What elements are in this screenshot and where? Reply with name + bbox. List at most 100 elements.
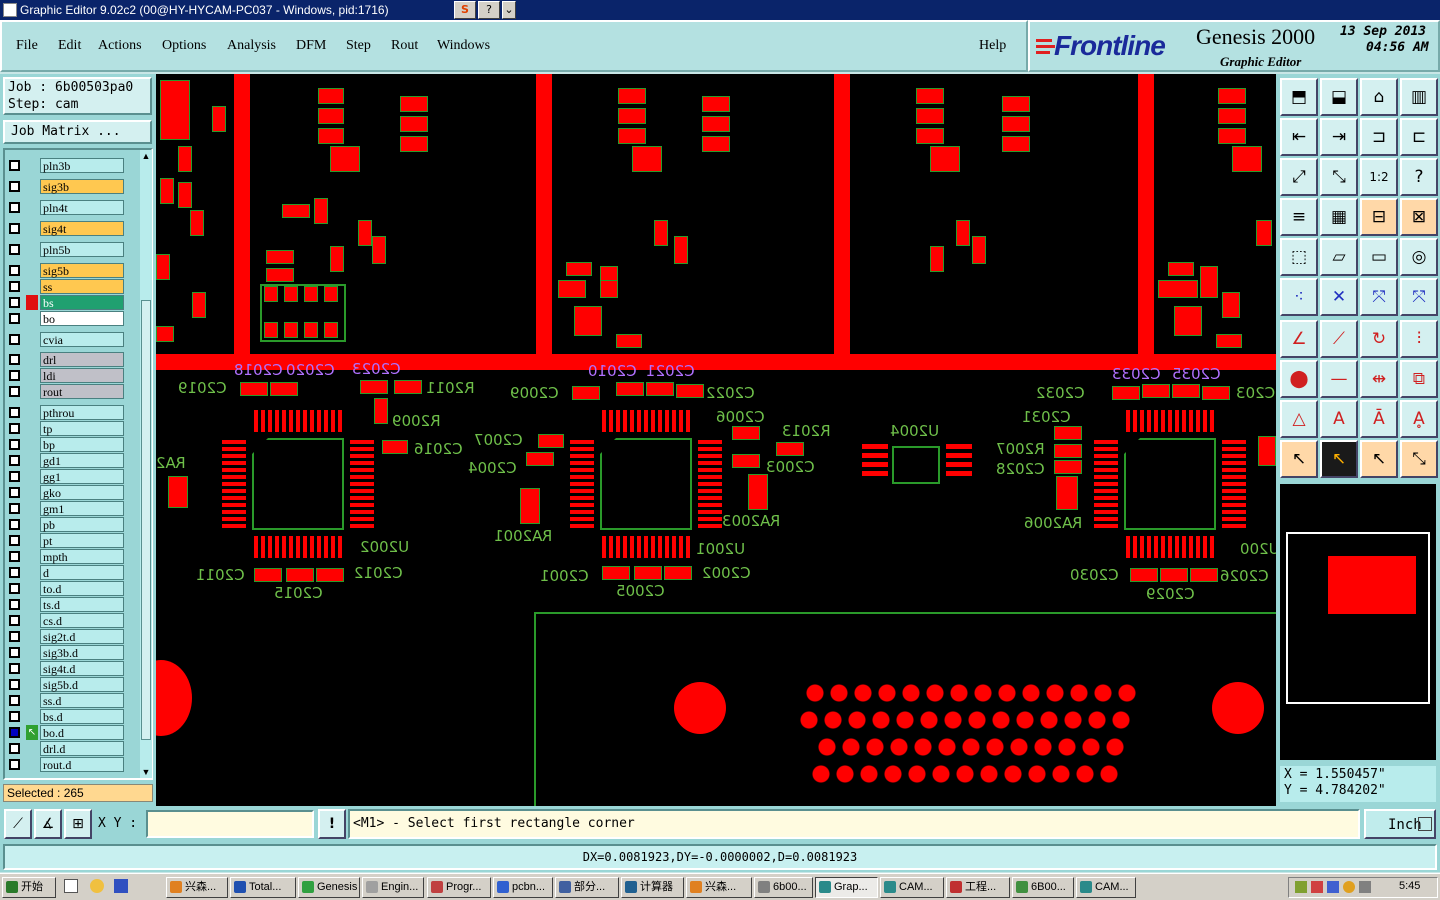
start-button[interactable]: 开始 — [2, 877, 56, 898]
layer-checkbox[interactable] — [9, 567, 20, 578]
layer-checkbox[interactable] — [9, 727, 20, 738]
scroll-up-icon[interactable]: ▲ — [140, 150, 152, 162]
taskbar-item[interactable]: 6b00... — [754, 877, 813, 898]
layer-row-sig3b[interactable]: sig3b — [6, 179, 124, 194]
zoom-area-icon[interactable]: ⊐ — [1360, 118, 1398, 156]
ruler-icon[interactable]: ▭ — [1360, 238, 1398, 276]
layer-checkbox[interactable] — [9, 265, 20, 276]
layer-row-ss-d[interactable]: ss.d — [6, 693, 124, 708]
connect-icon[interactable]: ⁖ — [1280, 278, 1318, 316]
taskbar-item[interactable]: Total... — [230, 877, 296, 898]
select-box-icon[interactable]: ↖ — [1360, 440, 1398, 478]
taskbar-item[interactable]: Progr... — [427, 877, 491, 898]
layer-checkbox[interactable] — [9, 386, 20, 397]
chevron-down-icon[interactable]: ⌄ — [502, 1, 516, 19]
tray-icon[interactable] — [1295, 881, 1307, 893]
layer-checkbox[interactable] — [9, 503, 20, 514]
layer-row-cs-d[interactable]: cs.d — [6, 613, 124, 628]
s-icon[interactable]: S — [454, 1, 476, 19]
copy-icon[interactable]: ⤧ — [1400, 278, 1438, 316]
layer-checkbox[interactable] — [9, 297, 20, 308]
layer-row-drl[interactable]: drl — [6, 352, 124, 367]
xy-input[interactable] — [146, 810, 314, 838]
layer-checkbox[interactable] — [9, 455, 20, 466]
menu-options[interactable]: Options — [162, 38, 206, 54]
layer-checkbox[interactable] — [9, 583, 20, 594]
layer-row-pthrou[interactable]: pthrou — [6, 405, 124, 420]
pan-left-icon[interactable]: ⇤ — [1280, 118, 1318, 156]
zoom-home-icon[interactable]: ⬒ — [1280, 78, 1318, 116]
menu-edit[interactable]: Edit — [58, 38, 81, 54]
desktop-icon[interactable] — [64, 879, 78, 893]
layer-row-gko[interactable]: gko — [6, 485, 124, 500]
pan-right-icon[interactable]: ⇥ — [1320, 118, 1358, 156]
tray-icon[interactable] — [1327, 881, 1339, 893]
taskbar-item[interactable]: CAM... — [880, 877, 944, 898]
taskbar-item[interactable]: Grap... — [815, 877, 878, 898]
layer-checkbox[interactable] — [9, 551, 20, 562]
affected-marker[interactable] — [26, 295, 38, 310]
layer-row-ts-d[interactable]: ts.d — [6, 597, 124, 612]
taskbar-item[interactable]: 工程... — [946, 877, 1010, 898]
mirror-icon[interactable]: ⫶ — [1400, 320, 1438, 358]
layer-checkbox[interactable] — [9, 244, 20, 255]
menu-actions[interactable]: Actions — [98, 38, 142, 54]
taskbar-item[interactable]: pcbn... — [493, 877, 553, 898]
triangle-icon[interactable]: △ — [1280, 400, 1318, 438]
tray-icon[interactable] — [1343, 881, 1355, 893]
layer-checkbox[interactable] — [9, 423, 20, 434]
layer-scrollbar[interactable]: ▲ ▼ — [140, 150, 152, 778]
delete-icon[interactable]: ✕ — [1320, 278, 1358, 316]
layer-checkbox[interactable] — [9, 679, 20, 690]
scale-icon[interactable]: 1:2 — [1360, 158, 1398, 196]
pad-icon[interactable]: ◎ — [1400, 238, 1438, 276]
select-icon[interactable]: ↖ — [1280, 440, 1318, 478]
layer-checkbox[interactable] — [9, 663, 20, 674]
zoom-back-icon[interactable]: ⊏ — [1400, 118, 1438, 156]
compare-2-icon[interactable]: ⊠ — [1400, 198, 1438, 236]
layer-checkbox[interactable] — [9, 181, 20, 192]
taskbar-item[interactable]: 兴森... — [166, 877, 228, 898]
layer-row-rout-d[interactable]: rout.d — [6, 757, 124, 772]
layer-checkbox[interactable] — [9, 439, 20, 450]
snap-icon[interactable]: ⟋ — [4, 809, 32, 839]
tray-icon[interactable] — [1359, 881, 1371, 893]
taskbar-item[interactable]: Engin... — [362, 877, 424, 898]
layer-checkbox[interactable] — [9, 711, 20, 722]
measure-icon[interactable]: ∡ — [34, 809, 62, 839]
taskbar-item[interactable]: 6B00... — [1012, 877, 1074, 898]
job-matrix-button[interactable]: Job Matrix ... — [3, 120, 152, 144]
menu-help[interactable]: Help — [979, 38, 1006, 54]
layer-row-sig5b-d[interactable]: sig5b.d — [6, 677, 124, 692]
layer-row-pln4t[interactable]: pln4t — [6, 200, 124, 215]
polygon-icon[interactable]: ▱ — [1320, 238, 1358, 276]
layer-checkbox[interactable] — [9, 223, 20, 234]
layer-row-sig3b-d[interactable]: sig3b.d — [6, 645, 124, 660]
text-edit-icon[interactable]: Ā — [1360, 400, 1398, 438]
line-icon[interactable]: ⟋ — [1320, 320, 1358, 358]
layer-row-pln5b[interactable]: pln5b — [6, 242, 124, 257]
scroll-down-icon[interactable]: ▼ — [140, 766, 152, 778]
layer-checkbox[interactable] — [9, 334, 20, 345]
layer-checkbox[interactable] — [9, 354, 20, 365]
taskbar-item[interactable]: 部分... — [555, 877, 619, 898]
layer-checkbox[interactable] — [9, 535, 20, 546]
layer-row-sig2t-d[interactable]: sig2t.d — [6, 629, 124, 644]
compare-icon[interactable]: ⊟ — [1360, 198, 1398, 236]
layer-checkbox[interactable] — [9, 695, 20, 706]
window-icon[interactable]: ▥ — [1400, 78, 1438, 116]
taskbar-item[interactable]: Genesis — [298, 877, 360, 898]
layer-row-pln3b[interactable]: pln3b — [6, 158, 124, 173]
layer-checkbox[interactable] — [9, 313, 20, 324]
menu-windows[interactable]: Windows — [437, 38, 490, 54]
arc-icon[interactable]: ↻ — [1360, 320, 1398, 358]
overview-window[interactable] — [1280, 484, 1436, 760]
layer-row-ldi[interactable]: ldi — [6, 368, 124, 383]
layer-row-tp[interactable]: tp — [6, 421, 124, 436]
zoom-out-icon[interactable]: ⤡ — [1320, 158, 1358, 196]
layer-row-pb[interactable]: pb — [6, 517, 124, 532]
layer-checkbox[interactable] — [9, 615, 20, 626]
group-icon[interactable]: ⧉ — [1400, 360, 1438, 398]
move-icon[interactable]: ⤧ — [1360, 278, 1398, 316]
layer-row-d[interactable]: d — [6, 565, 124, 580]
